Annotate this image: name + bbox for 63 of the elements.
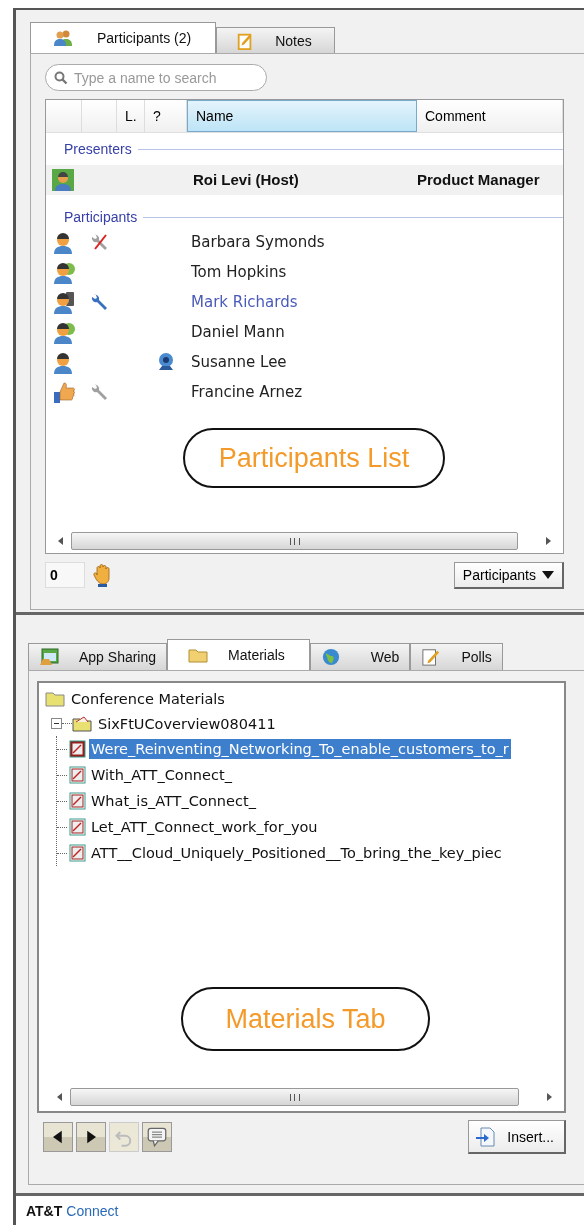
open-folder-icon xyxy=(72,715,92,732)
folder-icon xyxy=(45,690,65,707)
tab[interactable]: App Sharing xyxy=(28,643,168,670)
participant-name[interactable]: Tom Hopkins xyxy=(191,263,287,281)
participant-name[interactable]: Barbara Symonds xyxy=(191,233,325,251)
wrench-icon xyxy=(89,232,110,252)
tab[interactable]: Materials xyxy=(167,639,310,670)
globe-icon xyxy=(320,648,341,666)
tab[interactable]: Notes xyxy=(216,27,335,53)
callout-label: Materials Tab xyxy=(181,987,430,1051)
tree-item[interactable]: Were_Reinventing_Networking_To_enable_customers_to_r xyxy=(89,739,511,759)
thumbs-up-icon xyxy=(52,380,76,404)
presentation-icon xyxy=(69,792,87,810)
tree-item[interactable]: Conference Materials xyxy=(71,690,225,707)
product-name: Connect xyxy=(66,1202,119,1219)
wrench-icon xyxy=(89,382,110,402)
presentation-icon xyxy=(69,766,87,784)
search-icon xyxy=(54,70,68,85)
folder-icon xyxy=(188,646,209,664)
tree-item[interactable]: ATT__Cloud_Uniquely_Positioned__To_bring_the_key_piec xyxy=(89,843,504,863)
tree-item[interactable]: What_is_ATT_Connect_ xyxy=(89,791,258,811)
column-header[interactable]: L. xyxy=(117,100,145,132)
group-title: Presenters xyxy=(64,141,132,157)
people-icon xyxy=(53,29,73,47)
person-icon xyxy=(52,260,76,284)
presentation-icon xyxy=(69,818,87,836)
presentation-icon xyxy=(69,844,87,862)
speech-bubble-icon xyxy=(147,1127,167,1147)
person-icon xyxy=(52,320,76,344)
participant-comment: Product Manager xyxy=(417,171,540,188)
back-button[interactable] xyxy=(43,1122,73,1152)
raised-hands-count: 0 xyxy=(45,562,85,588)
poll-icon xyxy=(421,648,442,666)
column-header[interactable]: Comment xyxy=(417,100,563,132)
participant-name[interactable]: Mark Richards xyxy=(191,293,298,311)
tree-item[interactable]: With_ATT_Connect_ xyxy=(89,765,234,785)
webcam-icon xyxy=(156,352,176,372)
tab[interactable]: Participants (2) xyxy=(30,22,217,53)
insert-icon xyxy=(475,1126,496,1147)
forward-button[interactable] xyxy=(76,1122,106,1152)
person-icon xyxy=(52,290,76,314)
insert-button[interactable]: Insert... xyxy=(468,1120,566,1154)
tab[interactable]: Web xyxy=(309,643,411,670)
presentation-icon xyxy=(69,740,87,758)
collapse-toggle[interactable] xyxy=(51,718,62,729)
participant-name[interactable]: Francine Arnez xyxy=(191,383,303,401)
app-window-icon xyxy=(39,648,59,666)
hand-icon xyxy=(93,563,113,587)
tree-item[interactable]: Let_ATT_Connect_work_for_you xyxy=(89,817,320,837)
tree-item[interactable]: SixFtUCoverview080411 xyxy=(98,715,276,732)
search-field[interactable]: Type a name to search xyxy=(45,64,267,91)
participant-name[interactable]: Daniel Mann xyxy=(191,323,285,341)
tab[interactable]: Polls xyxy=(410,643,503,670)
callout-label: Participants List xyxy=(183,428,445,488)
column-header[interactable]: Name xyxy=(187,100,417,132)
participant-name[interactable]: Roi Levi (Host) xyxy=(193,171,299,188)
comment-button[interactable] xyxy=(142,1122,172,1152)
brand-name: AT&T xyxy=(26,1202,63,1219)
person-icon xyxy=(52,169,74,191)
participants-dropdown[interactable]: Participants xyxy=(453,561,564,589)
group-title: Participants xyxy=(64,209,138,225)
participant-name[interactable]: Susanne Lee xyxy=(191,353,287,371)
wrench-icon xyxy=(89,292,110,312)
